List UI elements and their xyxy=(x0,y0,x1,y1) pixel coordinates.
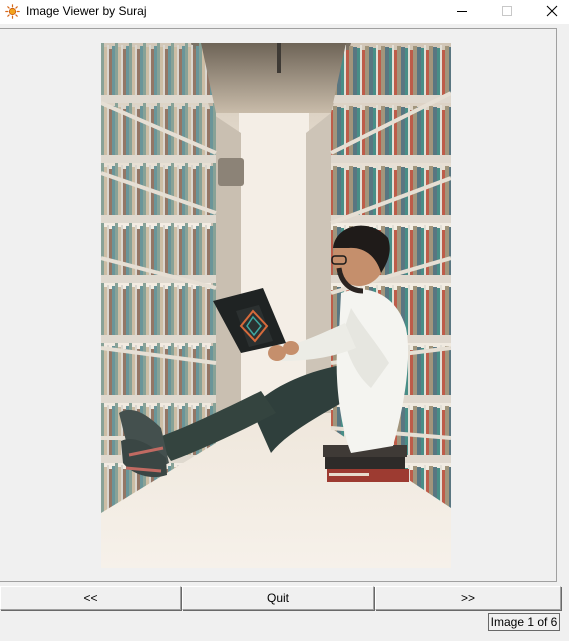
close-icon xyxy=(546,5,558,17)
minimize-icon xyxy=(457,11,467,12)
previous-image-button[interactable]: << xyxy=(0,586,181,610)
close-button[interactable] xyxy=(530,0,569,22)
app-window: Image Viewer by Suraj << Quit >> Image 1… xyxy=(0,0,569,641)
sun-icon xyxy=(5,4,20,19)
maximize-icon xyxy=(502,6,512,16)
title-bar[interactable]: Image Viewer by Suraj xyxy=(0,0,569,24)
quit-button[interactable]: Quit xyxy=(182,586,374,610)
maximize-button[interactable] xyxy=(485,0,529,22)
image-counter-status: Image 1 of 6 xyxy=(488,613,560,631)
library-photo-illustration xyxy=(101,43,451,568)
minimize-button[interactable] xyxy=(440,0,484,22)
next-image-button[interactable]: >> xyxy=(375,586,561,610)
window-title: Image Viewer by Suraj xyxy=(26,4,147,18)
displayed-photo xyxy=(101,43,451,568)
